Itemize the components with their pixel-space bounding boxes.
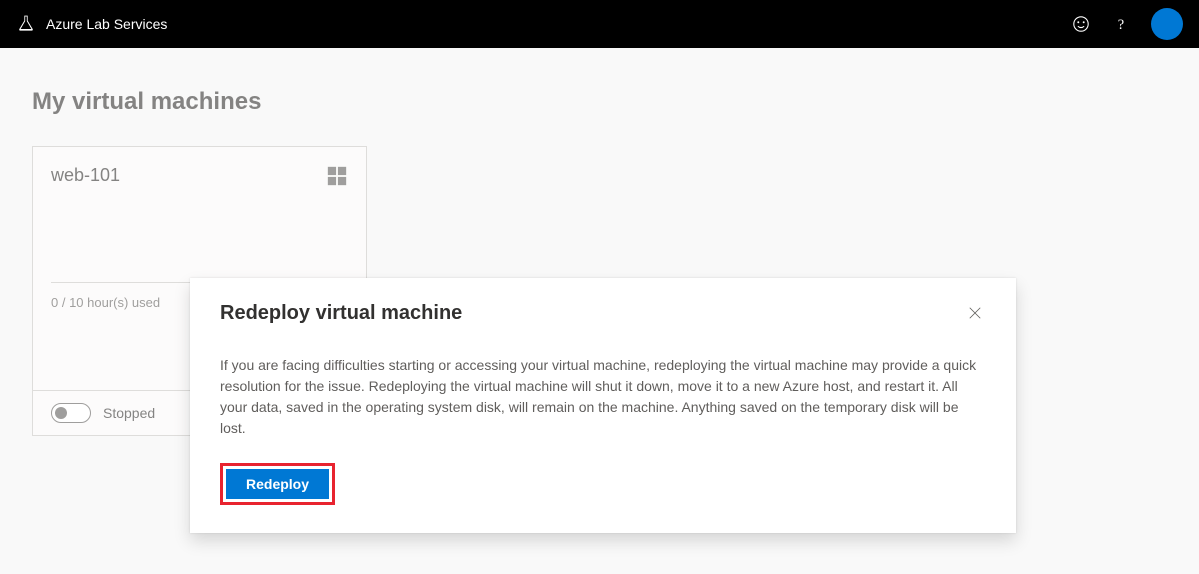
help-icon[interactable]: ? [1111, 14, 1131, 34]
redeploy-button[interactable]: Redeploy [226, 469, 329, 499]
close-icon [968, 306, 982, 320]
app-title: Azure Lab Services [46, 16, 167, 32]
svg-text:?: ? [1118, 17, 1124, 32]
app-header: Azure Lab Services ? [0, 0, 1199, 48]
header-left: Azure Lab Services [16, 14, 167, 34]
redeploy-dialog: Redeploy virtual machine If you are faci… [190, 278, 1016, 533]
dialog-header: Redeploy virtual machine [220, 302, 986, 325]
header-right: ? [1071, 8, 1183, 40]
feedback-icon[interactable] [1071, 14, 1091, 34]
dialog-title: Redeploy virtual machine [220, 302, 462, 325]
highlight-annotation: Redeploy [220, 463, 335, 505]
user-avatar[interactable] [1151, 8, 1183, 40]
dialog-body: If you are facing difficulties starting … [220, 355, 986, 439]
close-button[interactable] [964, 302, 986, 324]
azure-lab-logo-icon [16, 14, 36, 34]
